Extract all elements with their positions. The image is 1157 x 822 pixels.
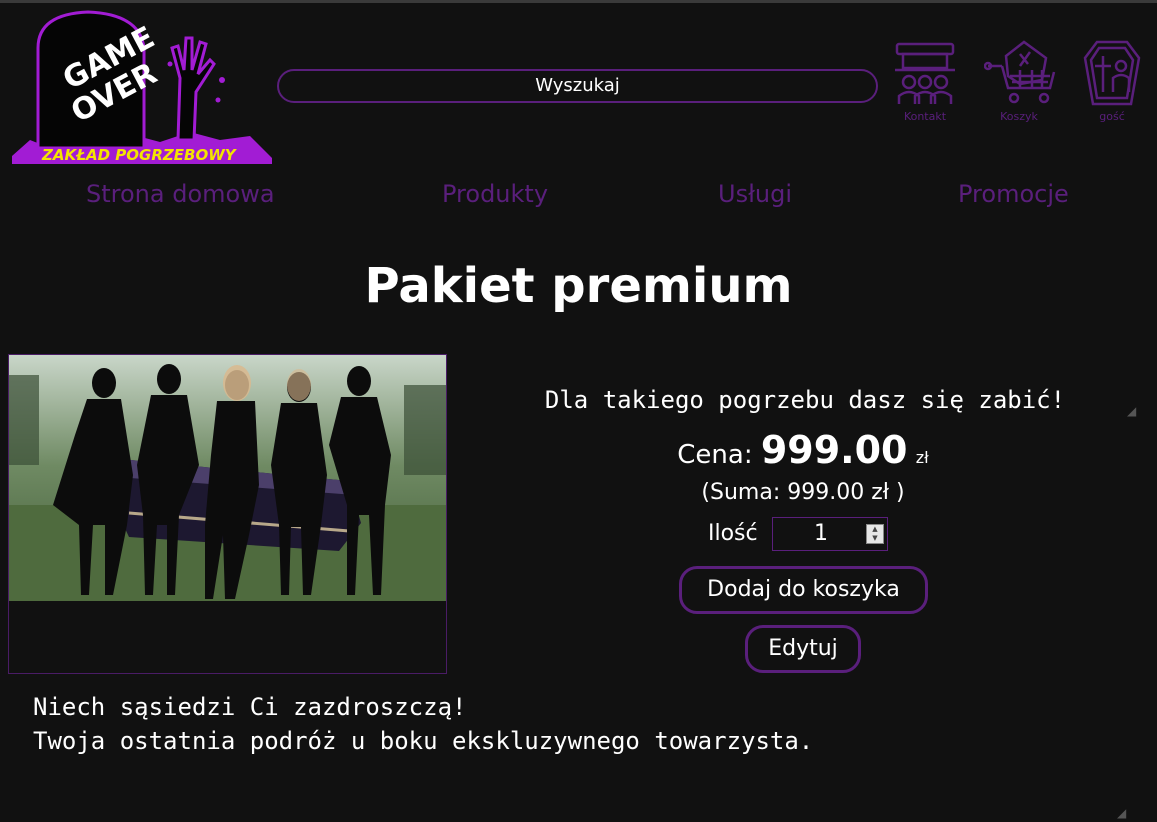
quantity-label: Ilość [708,521,758,546]
contact-label: Kontakt [903,110,947,123]
price-line: Cena: 999.00 zł [600,428,1006,472]
nav-services[interactable]: Usługi [718,180,792,208]
mourners-icon [890,40,960,106]
nav-products[interactable]: Produkty [442,180,548,208]
resize-handle-icon[interactable]: ◢ [1117,806,1126,820]
description-line-2: Twoja ostatnia podróż u boku ekskluzywne… [33,727,814,755]
guest-label: gość [1099,110,1125,123]
cart-label: Koszyk [1000,110,1038,123]
coffin-user-icon [1077,40,1147,106]
price-currency: zł [915,448,929,467]
nav-promotions[interactable]: Promocje [958,180,1069,208]
price-amount: 999.00 [760,428,908,472]
product-description: Niech sąsiedzi Ci zazdroszczą! Twoja ost… [33,690,1123,758]
edit-button[interactable]: Edytuj [745,625,861,673]
product-tagline: Dla takiego pogrzebu dasz się zabić! [544,386,1066,414]
spinner-arrows-icon[interactable]: ▲ ▼ [866,524,884,544]
window-top-border [0,0,1157,3]
cart-link[interactable]: Koszyk [984,40,1056,123]
coffin-cart-icon [984,40,1056,106]
contact-link[interactable]: Kontakt [890,40,960,123]
description-line-1: Niech sąsiedzi Ci zazdroszczą! [33,693,467,721]
user-link[interactable]: gość [1077,40,1147,123]
resize-handle-icon[interactable]: ◢ [1127,404,1136,418]
site-logo[interactable]: GAME OVER ZAKŁAD POGRZEBOWY [10,8,274,166]
logo-tagline: ZAKŁAD POGRZEBOWY [41,146,238,164]
quantity-value: 1 [814,521,828,546]
search-input[interactable]: Wyszukaj [277,69,878,103]
sum-text: (Suma: 999.00 zł ) [701,480,905,505]
add-to-cart-button[interactable]: Dodaj do koszyka [679,566,928,614]
nav-home[interactable]: Strona domowa [86,180,275,208]
quantity-stepper[interactable]: 1 ▲ ▼ [772,517,888,551]
product-photo [9,355,446,601]
page-title: Pakiet premium [364,258,793,314]
price-label: Cena: [677,440,753,470]
product-image-frame [8,354,447,674]
